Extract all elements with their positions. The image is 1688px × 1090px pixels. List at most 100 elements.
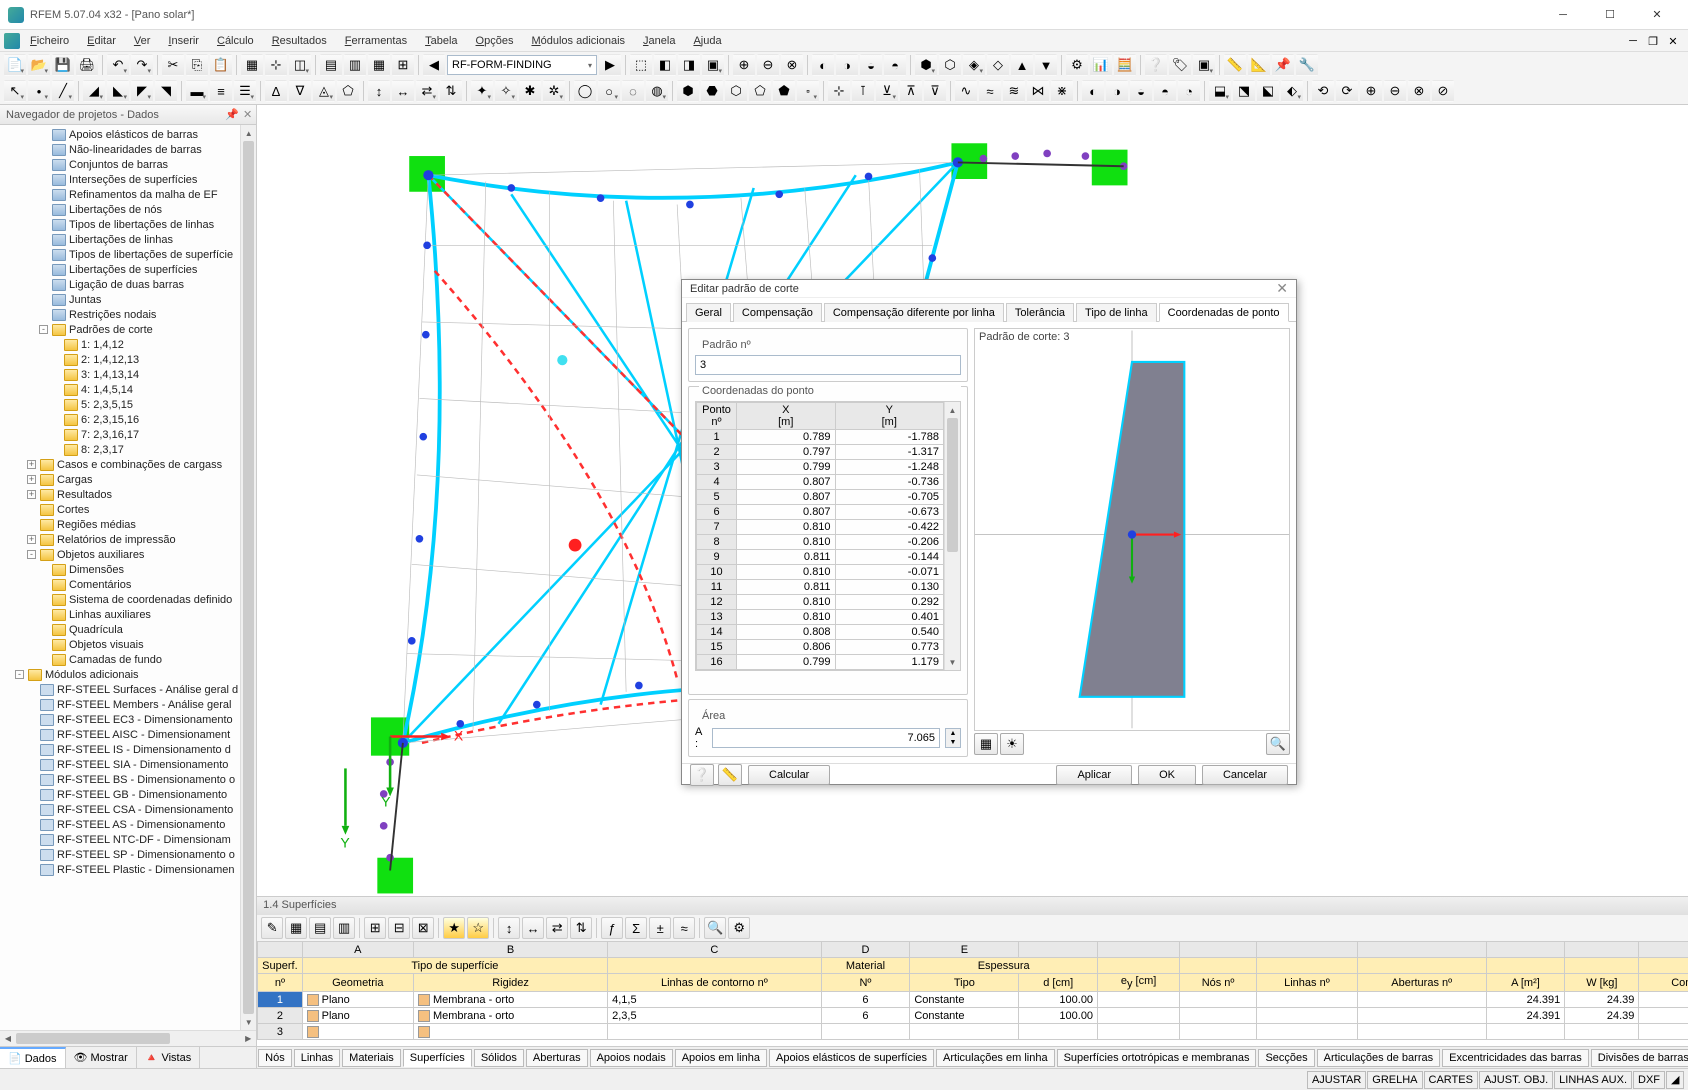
table-icon[interactable]: 🔍	[704, 917, 726, 939]
table-icon[interactable]: ▦	[285, 917, 307, 939]
print-button[interactable]: 🖨	[76, 54, 98, 76]
toolbar-icon[interactable]: ◓	[884, 54, 906, 76]
prev-case-button[interactable]: ◀	[423, 54, 445, 76]
tree-item[interactable]: RF-STEEL Plastic - Dimensionamen	[2, 862, 238, 877]
toolbar-icon[interactable]: ⊹	[828, 80, 850, 102]
tree-scrollbar[interactable]: ▲▼	[240, 125, 256, 1030]
tree-item[interactable]: -Padrões de corte	[2, 322, 238, 337]
tree-item[interactable]: Interseções de superfícies	[2, 172, 238, 187]
maximize-button[interactable]: ☐	[1587, 0, 1633, 30]
toolbar-icon[interactable]: ◒	[860, 54, 882, 76]
padrao-input[interactable]	[695, 355, 961, 375]
toolbar-icon[interactable]: ⊖	[757, 54, 779, 76]
tree-item[interactable]: +Casos e combinações de cargass	[2, 457, 238, 472]
toolbar-icon[interactable]: ≋	[1003, 80, 1025, 102]
tree-item[interactable]: RF-STEEL AS - Dimensionamento	[2, 817, 238, 832]
toolbar-icon[interactable]: ⟲	[1312, 80, 1334, 102]
tree-item[interactable]: Libertações de nós	[2, 202, 238, 217]
table-icon[interactable]: ▥	[333, 917, 355, 939]
menu-ficheiro[interactable]: Ficheiro	[22, 33, 77, 49]
dialog-close-icon[interactable]: ✕	[1276, 280, 1288, 297]
toolbar-icon[interactable]: ⬢	[677, 80, 699, 102]
preview-tool-icon[interactable]: 🔍	[1266, 733, 1290, 755]
close-panel-icon[interactable]: ✕	[243, 108, 252, 121]
toolbar-icon[interactable]: ⬡	[725, 80, 747, 102]
toolbar-icon[interactable]: ○	[598, 80, 620, 102]
toolbar-icon[interactable]: ∆	[265, 80, 287, 102]
help-button[interactable]: ❔	[690, 764, 714, 786]
toolbar-icon[interactable]: ⊼	[900, 80, 922, 102]
tree-item[interactable]: -Objetos auxiliares	[2, 547, 238, 562]
mdi-minimize[interactable]: ─	[1624, 33, 1642, 49]
toolbar-icon[interactable]: ∇	[289, 80, 311, 102]
tree-item[interactable]: RF-STEEL CSA - Dimensionamento	[2, 802, 238, 817]
table-icon[interactable]: Σ	[625, 917, 647, 939]
preview-tool-icon[interactable]: ▦	[974, 733, 998, 755]
surfaces-table[interactable]: ABCDESuperf.Tipo de superfícieMaterialEs…	[257, 941, 1688, 1046]
toolbar-icon[interactable]: ⬚	[630, 54, 652, 76]
toolbar-icon[interactable]: ✧	[495, 80, 517, 102]
toolbar-icon[interactable]: 🔧	[1296, 54, 1318, 76]
toolbar-icon[interactable]: ◤	[131, 80, 153, 102]
dialog-tab[interactable]: Coordenadas de ponto	[1159, 303, 1289, 322]
tab-vistas[interactable]: 🔺Vistas	[137, 1047, 200, 1068]
toolbar-icon[interactable]: ⊗	[781, 54, 803, 76]
toolbar-icon[interactable]: ◑	[1106, 80, 1128, 102]
toolbar-icon[interactable]: ↕	[368, 80, 390, 102]
tree-item[interactable]: RF-STEEL Members - Análise geral	[2, 697, 238, 712]
toolbar-icon[interactable]: ◌	[622, 80, 644, 102]
toolbar-icon[interactable]: ⚙	[1066, 54, 1088, 76]
tree-item[interactable]: Comentários	[2, 577, 238, 592]
work-plane-button[interactable]: ◫	[289, 54, 311, 76]
tree-item[interactable]: Cortes	[2, 502, 238, 517]
node-tool[interactable]: •	[28, 80, 50, 102]
tree-item[interactable]: Ligação de duas barras	[2, 277, 238, 292]
area-spinner[interactable]: ▲▼	[945, 728, 961, 748]
tree-item[interactable]: Objetos visuais	[2, 637, 238, 652]
toolbar-icon[interactable]: ⬞	[797, 80, 819, 102]
pin-icon[interactable]: 📌	[225, 108, 239, 121]
tree-item[interactable]: Camadas de fundo	[2, 652, 238, 667]
menu-tabela[interactable]: Tabela	[417, 33, 465, 49]
toolbar-icon[interactable]: ◥	[155, 80, 177, 102]
table-icon[interactable]: ƒ	[601, 917, 623, 939]
toolbar-icon[interactable]: ⇅	[440, 80, 462, 102]
toolbar-icon[interactable]: ✲	[543, 80, 565, 102]
toolbar-icon[interactable]: ≈	[979, 80, 1001, 102]
menu-módulos adicionais[interactable]: Módulos adicionais	[523, 33, 633, 49]
save-button[interactable]: 💾	[52, 54, 74, 76]
tree-item[interactable]: 8: 2,3,17	[2, 442, 238, 457]
tree-item[interactable]: RF-STEEL AISC - Dimensionament	[2, 727, 238, 742]
toolbar-icon[interactable]: ⋇	[1051, 80, 1073, 102]
redo-button[interactable]: ↷	[131, 54, 153, 76]
toolbar-icon[interactable]: ↔	[392, 80, 414, 102]
status-cell[interactable]: DXF	[1633, 1071, 1665, 1089]
tree-item[interactable]: Apoios elásticos de barras	[2, 127, 238, 142]
toolbar-icon[interactable]: ✱	[519, 80, 541, 102]
toolbar-icon[interactable]: ▼	[1035, 54, 1057, 76]
table-edit-icon[interactable]: ✎	[261, 917, 283, 939]
toolbar-icon[interactable]: ☰	[234, 80, 256, 102]
menu-janela[interactable]: Janela	[635, 33, 683, 49]
axes-button[interactable]: ⊹	[265, 54, 287, 76]
close-button[interactable]: ✕	[1634, 0, 1680, 30]
toolbar-icon[interactable]: 📊	[1090, 54, 1112, 76]
coordinates-table[interactable]: PontonºX[m]Y[m]10.789-1.78820.797-1.3173…	[695, 401, 961, 671]
undo-button[interactable]: ↶	[107, 54, 129, 76]
toolbar-icon[interactable]: ⬠	[749, 80, 771, 102]
menu-inserir[interactable]: Inserir	[160, 33, 207, 49]
toolbar-icon[interactable]: ⊕	[1360, 80, 1382, 102]
tab-mostrar[interactable]: 👁Mostrar	[66, 1047, 137, 1068]
tree-item[interactable]: RF-STEEL GB - Dimensionamento	[2, 787, 238, 802]
calculate-button[interactable]: Calcular	[748, 765, 830, 785]
tree-item[interactable]: RF-STEEL NTC-DF - Dimensionam	[2, 832, 238, 847]
table-tab[interactable]: Excentricidades das barras	[1442, 1049, 1589, 1067]
menu-opções[interactable]: Opções	[468, 33, 522, 49]
toolbar-icon[interactable]: ⬡	[939, 54, 961, 76]
toolbar-icon[interactable]: ◒	[1130, 80, 1152, 102]
tree-item[interactable]: 4: 1,4,5,14	[2, 382, 238, 397]
table-tab[interactable]: Aberturas	[526, 1049, 588, 1067]
table-tab[interactable]: Superfícies	[403, 1049, 472, 1067]
copy-button[interactable]: ⎘	[186, 54, 208, 76]
toolbar-icon[interactable]: ⇄	[416, 80, 438, 102]
